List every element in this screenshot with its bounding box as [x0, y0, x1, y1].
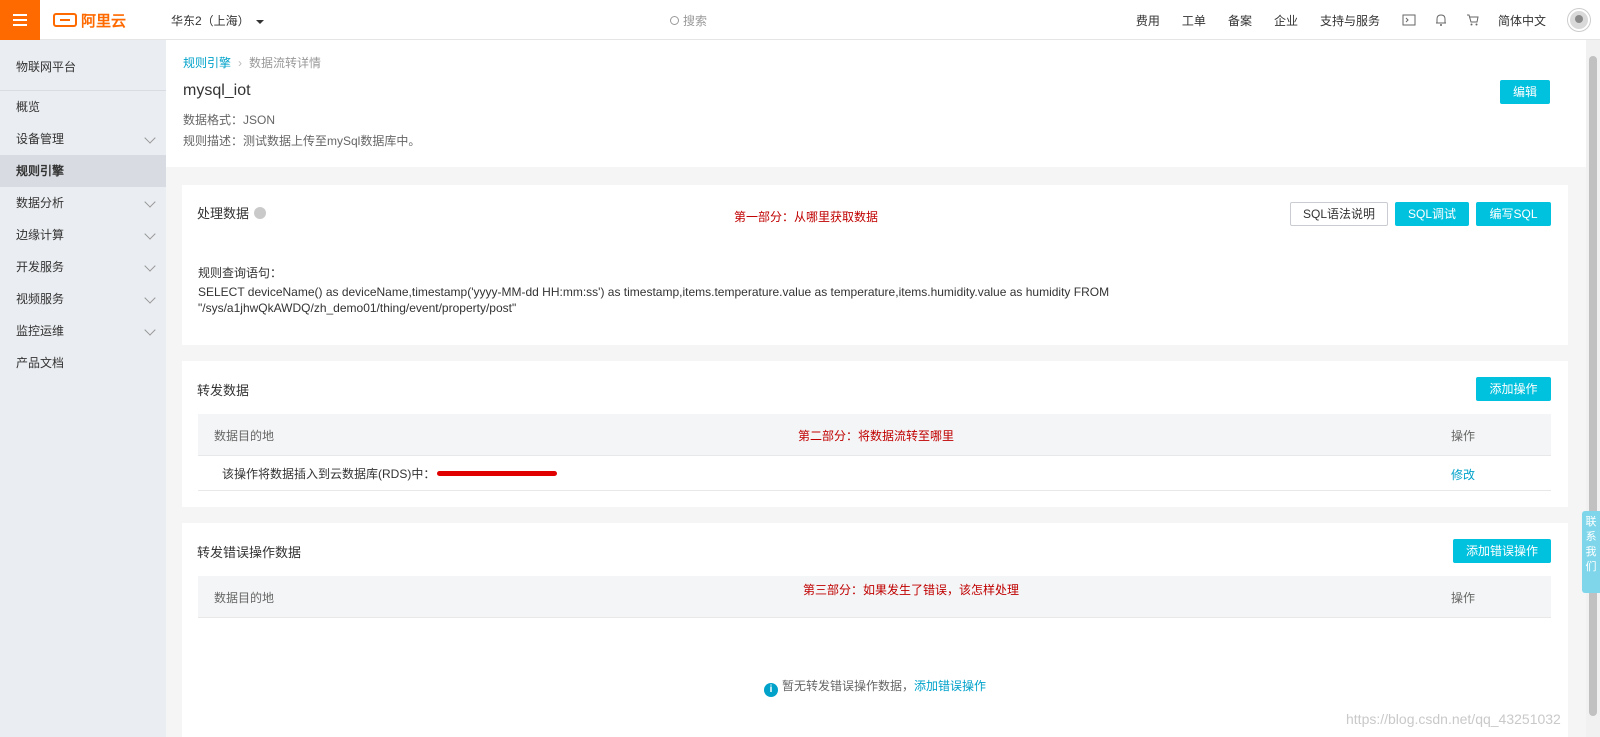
table-header: 数据目的地 第二部分：将数据流转至哪里 操作 [198, 414, 1551, 456]
add-error-action-button[interactable]: 添加错误操作 [1453, 539, 1551, 563]
modify-link[interactable]: 修改 [1451, 466, 1475, 483]
nav-billing[interactable]: 费用 [1136, 12, 1160, 29]
col-action: 操作 [1451, 429, 1476, 443]
add-action-button[interactable]: 添加操作 [1476, 377, 1551, 401]
error-forward-table: 数据目的地 第三部分：如果发生了错误，该怎样处理 操作 [198, 576, 1551, 619]
empty-state: i 暂无转发错误操作数据，添加错误操作 [182, 677, 1568, 697]
table-row: 该操作将数据插入到云数据库(RDS)中： 修改 [198, 456, 1551, 491]
help-icon[interactable] [254, 207, 267, 219]
breadcrumb: 规则引擎 › 数据流转详情 [183, 54, 321, 71]
sidebar-item-docs[interactable]: 产品文档 [0, 347, 166, 379]
terminal-icon[interactable] [1402, 13, 1416, 27]
watermark: https://blog.csdn.net/qq_43251032 [1346, 711, 1561, 727]
add-error-action-link[interactable]: 添加错误操作 [914, 679, 986, 693]
forward-data-table: 数据目的地 第二部分：将数据流转至哪里 操作 该操作将数据插入到云数据库(RDS… [198, 414, 1551, 492]
chevron-down-icon [144, 324, 156, 336]
sidebar-item-label: 边缘计算 [16, 228, 65, 242]
chevron-down-icon [144, 260, 156, 272]
sql-query: SELECT deviceName() as deviceName,timest… [198, 284, 1198, 316]
sidebar-item-label: 设备管理 [16, 132, 65, 146]
top-right-nav: 费用 工单 备案 企业 支持与服务 简体中文 [1136, 0, 1600, 40]
process-data-title: 处理数据 [197, 203, 267, 222]
error-forward-card: 转发错误操作数据 添加错误操作 数据目的地 第三部分：如果发生了错误，该怎样处理… [182, 523, 1568, 737]
annotation-part-3: 第三部分：如果发生了错误，该怎样处理 [803, 583, 1020, 597]
annotation-part-1: 第一部分：从哪里获取数据 [734, 210, 879, 224]
sidebar-item-label: 视频服务 [16, 292, 65, 306]
annotation-part-2: 第二部分：将数据流转至哪里 [798, 429, 955, 443]
empty-text: 暂无转发错误操作数据， [781, 679, 914, 693]
sidebar-item-edge-computing[interactable]: 边缘计算 [0, 219, 166, 251]
sql-query-line-2: "/sys/a1jhwQkAWDQ/zh_demo01/thing/event/… [198, 301, 517, 315]
sidebar-item-rule-engine[interactable]: 规则引擎 [0, 155, 166, 187]
data-format: 数据格式：JSON [183, 113, 276, 127]
nav-enterprise[interactable]: 企业 [1274, 12, 1298, 29]
sidebar-item-monitoring[interactable]: 监控运维 [0, 315, 166, 347]
sidebar-item-label: 开发服务 [16, 260, 65, 274]
destination-text: 该操作将数据插入到云数据库(RDS)中： [222, 467, 436, 481]
error-forward-title: 转发错误操作数据 [197, 545, 302, 560]
avatar[interactable] [1568, 9, 1590, 31]
breadcrumb-rule-engine[interactable]: 规则引擎 [183, 56, 231, 70]
logo-text: 阿里云 [81, 12, 127, 30]
sidebar-item-label: 数据分析 [16, 196, 65, 210]
sql-query-line-1: SELECT deviceName() as deviceName,timest… [198, 285, 1110, 299]
sql-help-button[interactable]: SQL语法说明 [1290, 202, 1388, 226]
chevron-down-icon [144, 228, 156, 240]
rule-description: 规则描述：测试数据上传至mySql数据库中。 [183, 134, 421, 148]
table-header: 数据目的地 第三部分：如果发生了错误，该怎样处理 操作 [198, 576, 1551, 618]
nav-support[interactable]: 支持与服务 [1320, 12, 1380, 29]
nav-beian[interactable]: 备案 [1228, 12, 1252, 29]
scrollbar-thumb[interactable] [1589, 56, 1597, 716]
card-title-text: 处理数据 [197, 206, 250, 221]
region-selector[interactable]: 华东2（上海） [171, 12, 264, 29]
chevron-down-icon [144, 132, 156, 144]
page-title: mysql_iot [183, 82, 251, 99]
write-sql-button[interactable]: 编写SQL [1476, 202, 1551, 226]
sidebar-item-data-analysis[interactable]: 数据分析 [0, 187, 166, 219]
forward-data-title: 转发数据 [197, 383, 250, 398]
top-bar: 阿里云 华东2（上海） 搜索 费用 工单 备案 企业 支持与服务 简体中文 [0, 0, 1600, 40]
bell-icon[interactable] [1434, 13, 1448, 27]
contact-us-button[interactable]: 联系我们 [1582, 511, 1600, 593]
search-icon [670, 16, 679, 25]
detail-header: 规则引擎 › 数据流转详情 mysql_iot 数据格式：JSON 规则描述：测试数… [166, 40, 1586, 167]
vertical-scrollbar[interactable] [1586, 40, 1600, 737]
destination-cell: 该操作将数据插入到云数据库(RDS)中： [222, 465, 558, 482]
sidebar-item-label: 监控运维 [16, 324, 65, 338]
sidebar-item-dev-services[interactable]: 开发服务 [0, 251, 166, 283]
search-placeholder: 搜索 [683, 14, 708, 28]
chevron-down-icon [144, 292, 156, 304]
sidebar-item-overview[interactable]: 概览 [0, 91, 166, 123]
sidebar-item-label: 产品文档 [16, 356, 65, 370]
sidebar-item-video-services[interactable]: 视频服务 [0, 283, 166, 315]
chevron-down-icon [144, 196, 156, 208]
sidebar: 物联网平台 概览 设备管理 规则引擎 数据分析 边缘计算 开发服务 视频服务 监… [0, 40, 166, 737]
sql-debug-button[interactable]: SQL调试 [1395, 202, 1469, 226]
menu-icon[interactable] [0, 0, 40, 40]
col-destination: 数据目的地 [214, 429, 275, 443]
language-selector[interactable]: 简体中文 [1498, 12, 1546, 29]
edit-button[interactable]: 编辑 [1500, 80, 1550, 104]
aliyun-logo[interactable]: 阿里云 [53, 10, 126, 30]
forward-data-card: 转发数据 添加操作 数据目的地 第二部分：将数据流转至哪里 操作 该操作将数据插… [182, 361, 1568, 507]
sidebar-title: 物联网平台 [16, 60, 77, 74]
col-destination: 数据目的地 [214, 591, 275, 605]
process-data-card: 处理数据 第一部分：从哪里获取数据 SQL语法说明 SQL调试 编写SQL 规则… [182, 185, 1568, 345]
sidebar-item-device-management[interactable]: 设备管理 [0, 123, 166, 155]
sidebar-item-label: 规则引擎 [16, 164, 65, 178]
breadcrumb-separator: › [238, 56, 243, 70]
redaction-mark [437, 471, 558, 476]
search-input[interactable]: 搜索 [670, 12, 707, 29]
col-action: 操作 [1451, 591, 1476, 605]
query-label: 规则查询语句： [198, 266, 283, 280]
logo-mark-icon [53, 13, 77, 27]
breadcrumb-current: 数据流转详情 [249, 56, 322, 70]
caret-down-icon [255, 19, 264, 24]
cart-icon[interactable] [1466, 13, 1480, 27]
nav-ticket[interactable]: 工单 [1182, 12, 1206, 29]
info-icon: i [763, 683, 778, 697]
contact-us-label: 联系我们 [1585, 516, 1597, 573]
sidebar-item-label: 概览 [16, 100, 41, 114]
region-label: 华东2（上海） [171, 14, 250, 28]
